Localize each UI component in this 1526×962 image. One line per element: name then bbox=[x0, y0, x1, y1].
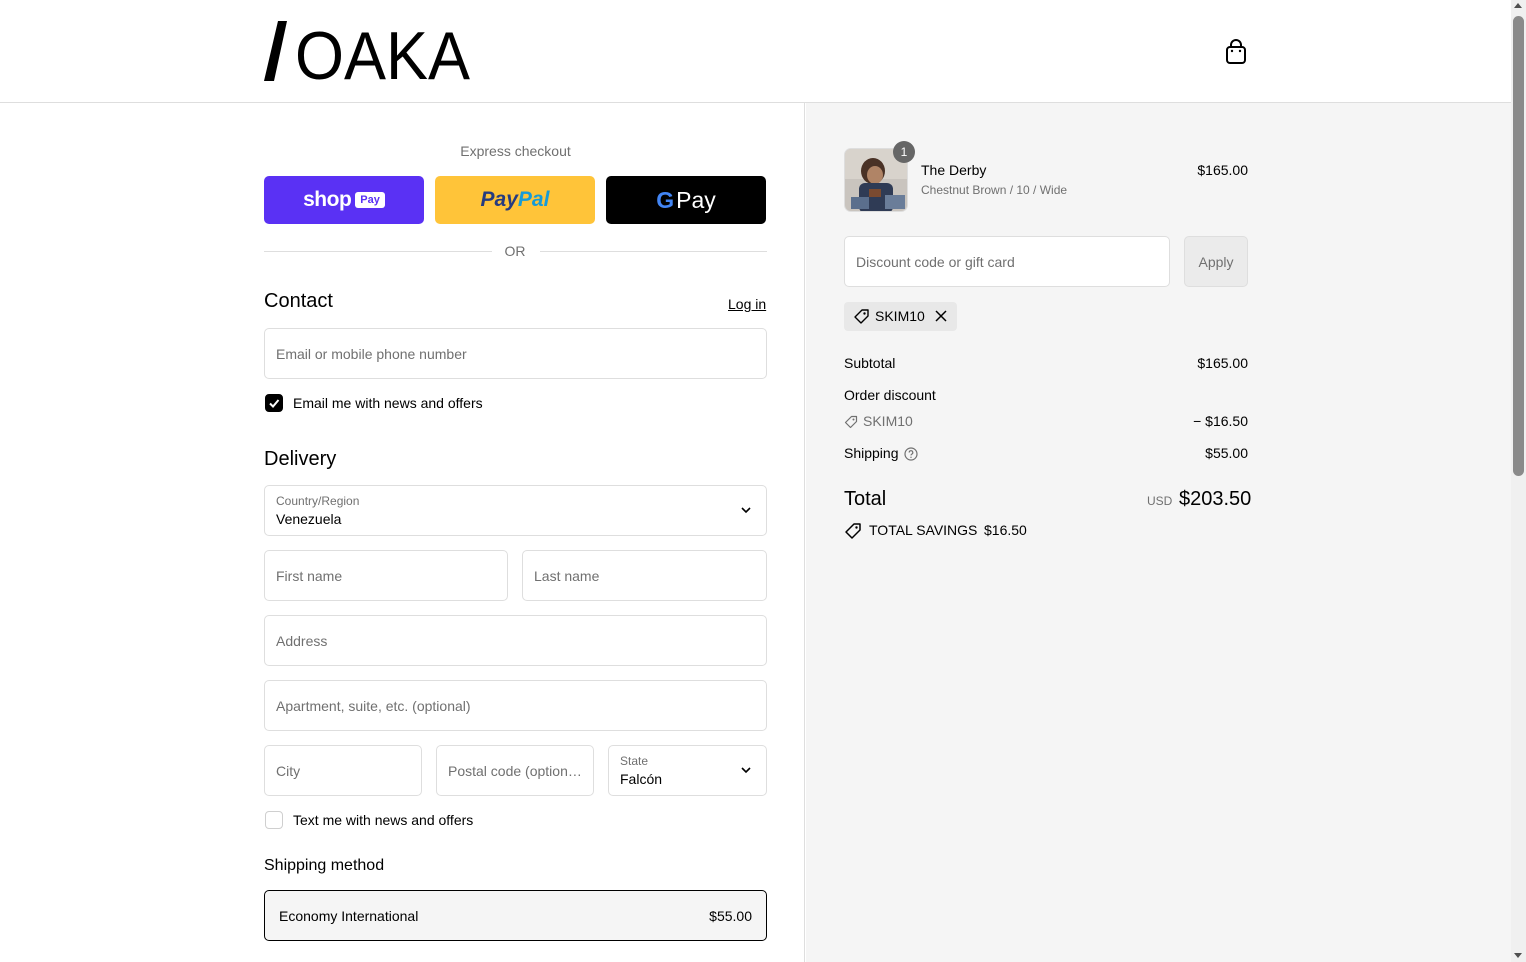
discount-value: − $16.50 bbox=[1193, 413, 1248, 429]
shipping-option-name: Economy International bbox=[279, 908, 419, 924]
shipping-method-title: Shipping method bbox=[264, 857, 385, 874]
scroll-up-arrow-icon[interactable] bbox=[1514, 3, 1522, 8]
paypal-button[interactable]: Pay Pal bbox=[435, 176, 595, 224]
discount-placeholder: Discount code or gift card bbox=[856, 254, 1015, 270]
total-value: $203.50 bbox=[1179, 488, 1252, 510]
chevron-down-icon bbox=[741, 507, 751, 514]
postal-code-field[interactable]: Postal code (optional) bbox=[436, 745, 594, 796]
subtotal-value: $165.00 bbox=[1197, 355, 1248, 371]
subtotal-label: Subtotal bbox=[844, 355, 896, 371]
email-field[interactable]: Email or mobile phone number bbox=[264, 328, 767, 379]
divider-right bbox=[540, 251, 767, 252]
shop-pay-badge: Pay bbox=[355, 192, 385, 208]
google-g-icon: G bbox=[656, 186, 675, 213]
discount-code-field[interactable]: Discount code or gift card bbox=[844, 236, 1170, 287]
country-select[interactable]: Country/Region Venezuela bbox=[264, 485, 767, 536]
shipping-label: Shipping bbox=[844, 445, 899, 461]
chevron-down-icon bbox=[741, 767, 751, 774]
text-news-checkbox[interactable] bbox=[265, 811, 283, 829]
email-news-label: Email me with news and offers bbox=[293, 395, 483, 411]
last-name-placeholder: Last name bbox=[534, 568, 600, 584]
total-currency: USD bbox=[1147, 494, 1173, 508]
item-price: $165.00 bbox=[1197, 162, 1248, 178]
shipping-option-price: $55.00 bbox=[709, 908, 752, 924]
checkmark-icon bbox=[269, 399, 280, 408]
last-name-field[interactable]: Last name bbox=[522, 550, 767, 601]
discount-code-label: SKIM10 bbox=[863, 413, 913, 429]
city-placeholder: City bbox=[276, 763, 301, 779]
applied-discount-code: SKIM10 bbox=[875, 308, 925, 324]
header: OAKA bbox=[0, 0, 1511, 103]
divider-left bbox=[264, 251, 492, 252]
item-variant: Chestnut Brown / 10 / Wide bbox=[921, 183, 1068, 197]
page-scrollbar[interactable] bbox=[1511, 0, 1526, 962]
scroll-down-arrow-icon[interactable] bbox=[1514, 953, 1522, 958]
delivery-title: Delivery bbox=[264, 448, 337, 470]
apartment-placeholder: Apartment, suite, etc. (optional) bbox=[276, 698, 471, 714]
tag-icon bbox=[854, 309, 869, 324]
text-news-label: Text me with news and offers bbox=[293, 812, 474, 828]
google-pay-button[interactable]: G Pay bbox=[606, 176, 766, 224]
first-name-placeholder: First name bbox=[276, 568, 343, 584]
address-placeholder: Address bbox=[276, 633, 328, 649]
express-checkout-title: Express checkout bbox=[460, 143, 571, 159]
email-news-checkbox[interactable] bbox=[265, 394, 283, 412]
help-circle-icon[interactable] bbox=[904, 447, 918, 461]
shop-pay-button[interactable]: shop Pay bbox=[264, 176, 424, 224]
postal-code-placeholder: Postal code (optional) bbox=[448, 763, 582, 779]
country-label: Country/Region bbox=[276, 494, 360, 508]
shop-pay-logo: shop bbox=[303, 188, 352, 211]
email-placeholder: Email or mobile phone number bbox=[276, 346, 467, 362]
paypal-logo-part2: Pal bbox=[517, 188, 550, 211]
shipping-option[interactable]: Economy International $55.00 bbox=[264, 890, 767, 941]
apartment-field[interactable]: Apartment, suite, etc. (optional) bbox=[264, 680, 767, 731]
apply-discount-button[interactable]: Apply bbox=[1184, 236, 1248, 287]
applied-discount-chip: SKIM10 bbox=[844, 302, 957, 331]
tag-icon bbox=[844, 415, 858, 429]
shipping-value: $55.00 bbox=[1205, 445, 1248, 461]
remove-discount-icon[interactable] bbox=[934, 309, 948, 323]
item-quantity-badge: 1 bbox=[893, 141, 915, 163]
login-link[interactable]: Log in bbox=[728, 296, 766, 312]
item-name: The Derby bbox=[921, 162, 987, 178]
savings-tag-icon bbox=[845, 523, 861, 539]
address-field[interactable]: Address bbox=[264, 615, 767, 666]
country-value: Venezuela bbox=[276, 511, 342, 527]
google-pay-label: Pay bbox=[676, 186, 716, 213]
state-value: Falcón bbox=[620, 771, 663, 787]
or-divider-label: OR bbox=[504, 243, 526, 259]
total-savings-label: TOTAL SAVINGS bbox=[869, 522, 978, 538]
oaka-logo[interactable]: OAKA bbox=[263, 20, 473, 82]
total-savings-value: $16.50 bbox=[984, 522, 1027, 538]
scrollbar-thumb[interactable] bbox=[1513, 16, 1524, 476]
state-label: State bbox=[620, 754, 649, 768]
state-select[interactable]: State Falcón bbox=[608, 745, 767, 796]
paypal-logo-part1: Pay bbox=[480, 188, 518, 211]
first-name-field[interactable]: First name bbox=[264, 550, 508, 601]
total-label: Total bbox=[844, 488, 887, 510]
shopping-bag-icon[interactable] bbox=[1224, 39, 1248, 65]
svg-text:OAKA: OAKA bbox=[295, 20, 471, 82]
city-field[interactable]: City bbox=[264, 745, 422, 796]
contact-title: Contact bbox=[264, 290, 333, 312]
order-discount-label: Order discount bbox=[844, 387, 936, 403]
